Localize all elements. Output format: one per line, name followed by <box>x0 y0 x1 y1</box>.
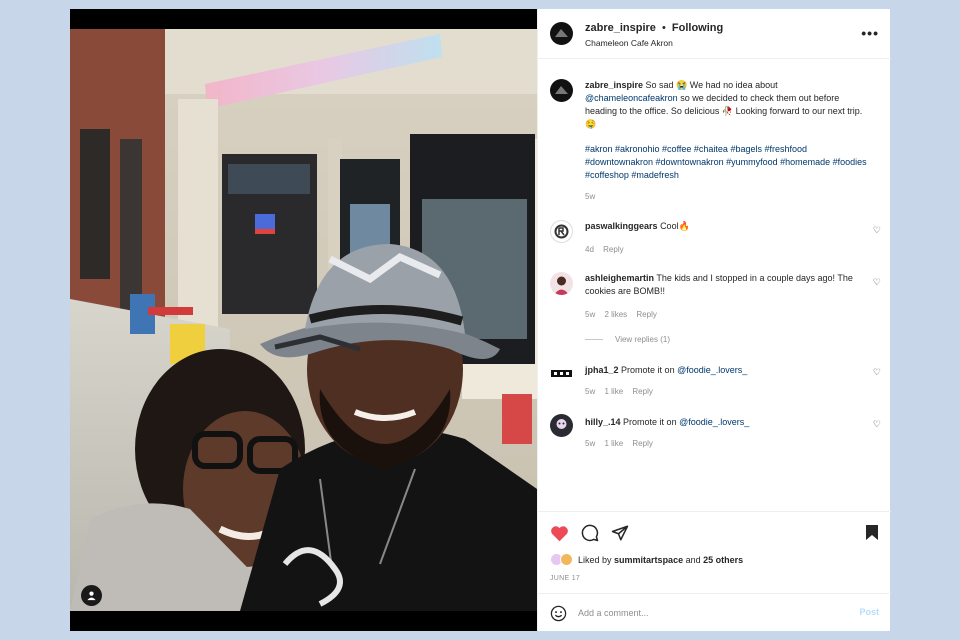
comment-avatar[interactable] <box>550 220 573 243</box>
view-replies-label[interactable]: View replies (1) <box>615 335 670 344</box>
comment-text: hilly_.14 Promote it on @foodie_.lovers_ <box>585 416 870 429</box>
post-header: zabre_inspire • Following Chameleon Cafe… <box>538 9 891 59</box>
selfie-photo <box>70 29 537 611</box>
more-horizontal-icon[interactable]: ••• <box>861 25 879 41</box>
comments-list[interactable]: zabre_inspire So sad 😭 We had no idea ab… <box>538 59 891 511</box>
emoji-icon[interactable] <box>550 605 567 622</box>
comment-icon[interactable] <box>581 524 599 542</box>
comment-username[interactable]: paswalkinggears <box>585 221 658 231</box>
comment-meta: 5w 2 likes Reply <box>585 310 664 319</box>
view-replies-button[interactable]: View replies (1) <box>585 335 670 344</box>
add-comment-input[interactable] <box>578 604 838 622</box>
bookmark-icon[interactable] <box>865 524 879 541</box>
post-actions: Liked by summitartspace and 25 others <box>538 511 891 571</box>
comment-like-icon[interactable]: ♡ <box>873 225 881 236</box>
author-avatar[interactable] <box>550 22 573 45</box>
liker-avatar <box>560 553 573 566</box>
comment-likes[interactable]: 1 like <box>604 439 623 448</box>
following-button[interactable]: Following <box>672 22 723 34</box>
comment-likes[interactable]: 2 likes <box>604 310 627 319</box>
caption-age: 5w <box>585 192 602 201</box>
comment-age: 5w <box>585 439 596 448</box>
comment-likes[interactable]: 1 like <box>604 387 623 396</box>
post-date[interactable]: JUNE 17 <box>550 575 580 582</box>
comment-body: Cool🔥 <box>660 221 690 231</box>
caption-text-1: So sad 😭 We had no idea about <box>645 80 778 90</box>
comment-avatar[interactable] <box>550 272 573 295</box>
comment-username[interactable]: jpha1_2 <box>585 365 619 375</box>
comment-meta: 4d Reply <box>585 245 631 254</box>
post-photo[interactable] <box>70 9 537 631</box>
comment-like-icon[interactable]: ♡ <box>873 419 881 430</box>
comment-avatar[interactable] <box>550 362 573 385</box>
liked-by-and: and <box>685 554 701 565</box>
comment-username[interactable]: ashleighemartin <box>585 273 654 283</box>
caption-age-text: 5w <box>585 192 596 201</box>
caption-username[interactable]: zabre_inspire <box>585 80 643 90</box>
instagram-post-modal: zabre_inspire • Following Chameleon Cafe… <box>70 9 891 631</box>
add-comment-bar: Post <box>538 593 891 631</box>
action-icons <box>550 524 629 542</box>
liked-by-prefix: Liked by <box>578 554 612 565</box>
reply-button[interactable]: Reply <box>636 310 656 319</box>
header-username[interactable]: zabre_inspire <box>585 22 656 34</box>
comment-meta: 5w 1 like Reply <box>585 439 660 448</box>
comment-mention[interactable]: @foodie_.lovers_ <box>679 417 749 427</box>
reply-button[interactable]: Reply <box>603 245 623 254</box>
comment-age: 4d <box>585 245 594 254</box>
comment-username[interactable]: hilly_.14 <box>585 417 621 427</box>
post-details-panel: zabre_inspire • Following Chameleon Cafe… <box>537 9 891 631</box>
caption-avatar[interactable] <box>550 79 573 102</box>
post-comment-button[interactable]: Post <box>859 607 879 617</box>
user-tag-icon[interactable] <box>81 585 102 606</box>
share-icon[interactable] <box>611 524 629 542</box>
header-user-line: zabre_inspire • Following <box>585 22 723 34</box>
separator-dot: • <box>661 22 666 34</box>
comment-body: Promote it on <box>623 417 677 427</box>
comment-text: ashleighemartin The kids and I stopped i… <box>585 272 870 298</box>
comment-mention[interactable]: @foodie_.lovers_ <box>677 365 747 375</box>
comment-text: jpha1_2 Promote it on @foodie_.lovers_ <box>585 364 870 377</box>
comment-avatar[interactable] <box>550 414 573 437</box>
comment-text: paswalkinggears Cool🔥 <box>585 220 870 233</box>
liked-by: Liked by summitartspace and 25 others <box>550 553 743 566</box>
liked-by-user[interactable]: summitartspace <box>614 555 683 565</box>
comment-age: 5w <box>585 310 596 319</box>
comment-body: Promote it on <box>621 365 675 375</box>
post-location[interactable]: Chameleon Cafe Akron <box>585 38 673 48</box>
comment-meta: 5w 1 like Reply <box>585 387 660 396</box>
caption-hashtags[interactable]: #akron #akronohio #coffee #chaitea #bage… <box>585 143 870 182</box>
comment-age: 5w <box>585 387 596 396</box>
caption-text: zabre_inspire So sad 😭 We had no idea ab… <box>585 79 870 131</box>
reply-button[interactable]: Reply <box>632 387 652 396</box>
heart-filled-icon[interactable] <box>550 525 569 542</box>
caption-mention[interactable]: @chameleoncafeakron <box>585 93 678 103</box>
comment-like-icon[interactable]: ♡ <box>873 277 881 288</box>
reply-button[interactable]: Reply <box>632 439 652 448</box>
liked-by-others[interactable]: 25 others <box>703 555 743 565</box>
comment-like-icon[interactable]: ♡ <box>873 367 881 378</box>
replies-divider-line <box>585 339 603 340</box>
